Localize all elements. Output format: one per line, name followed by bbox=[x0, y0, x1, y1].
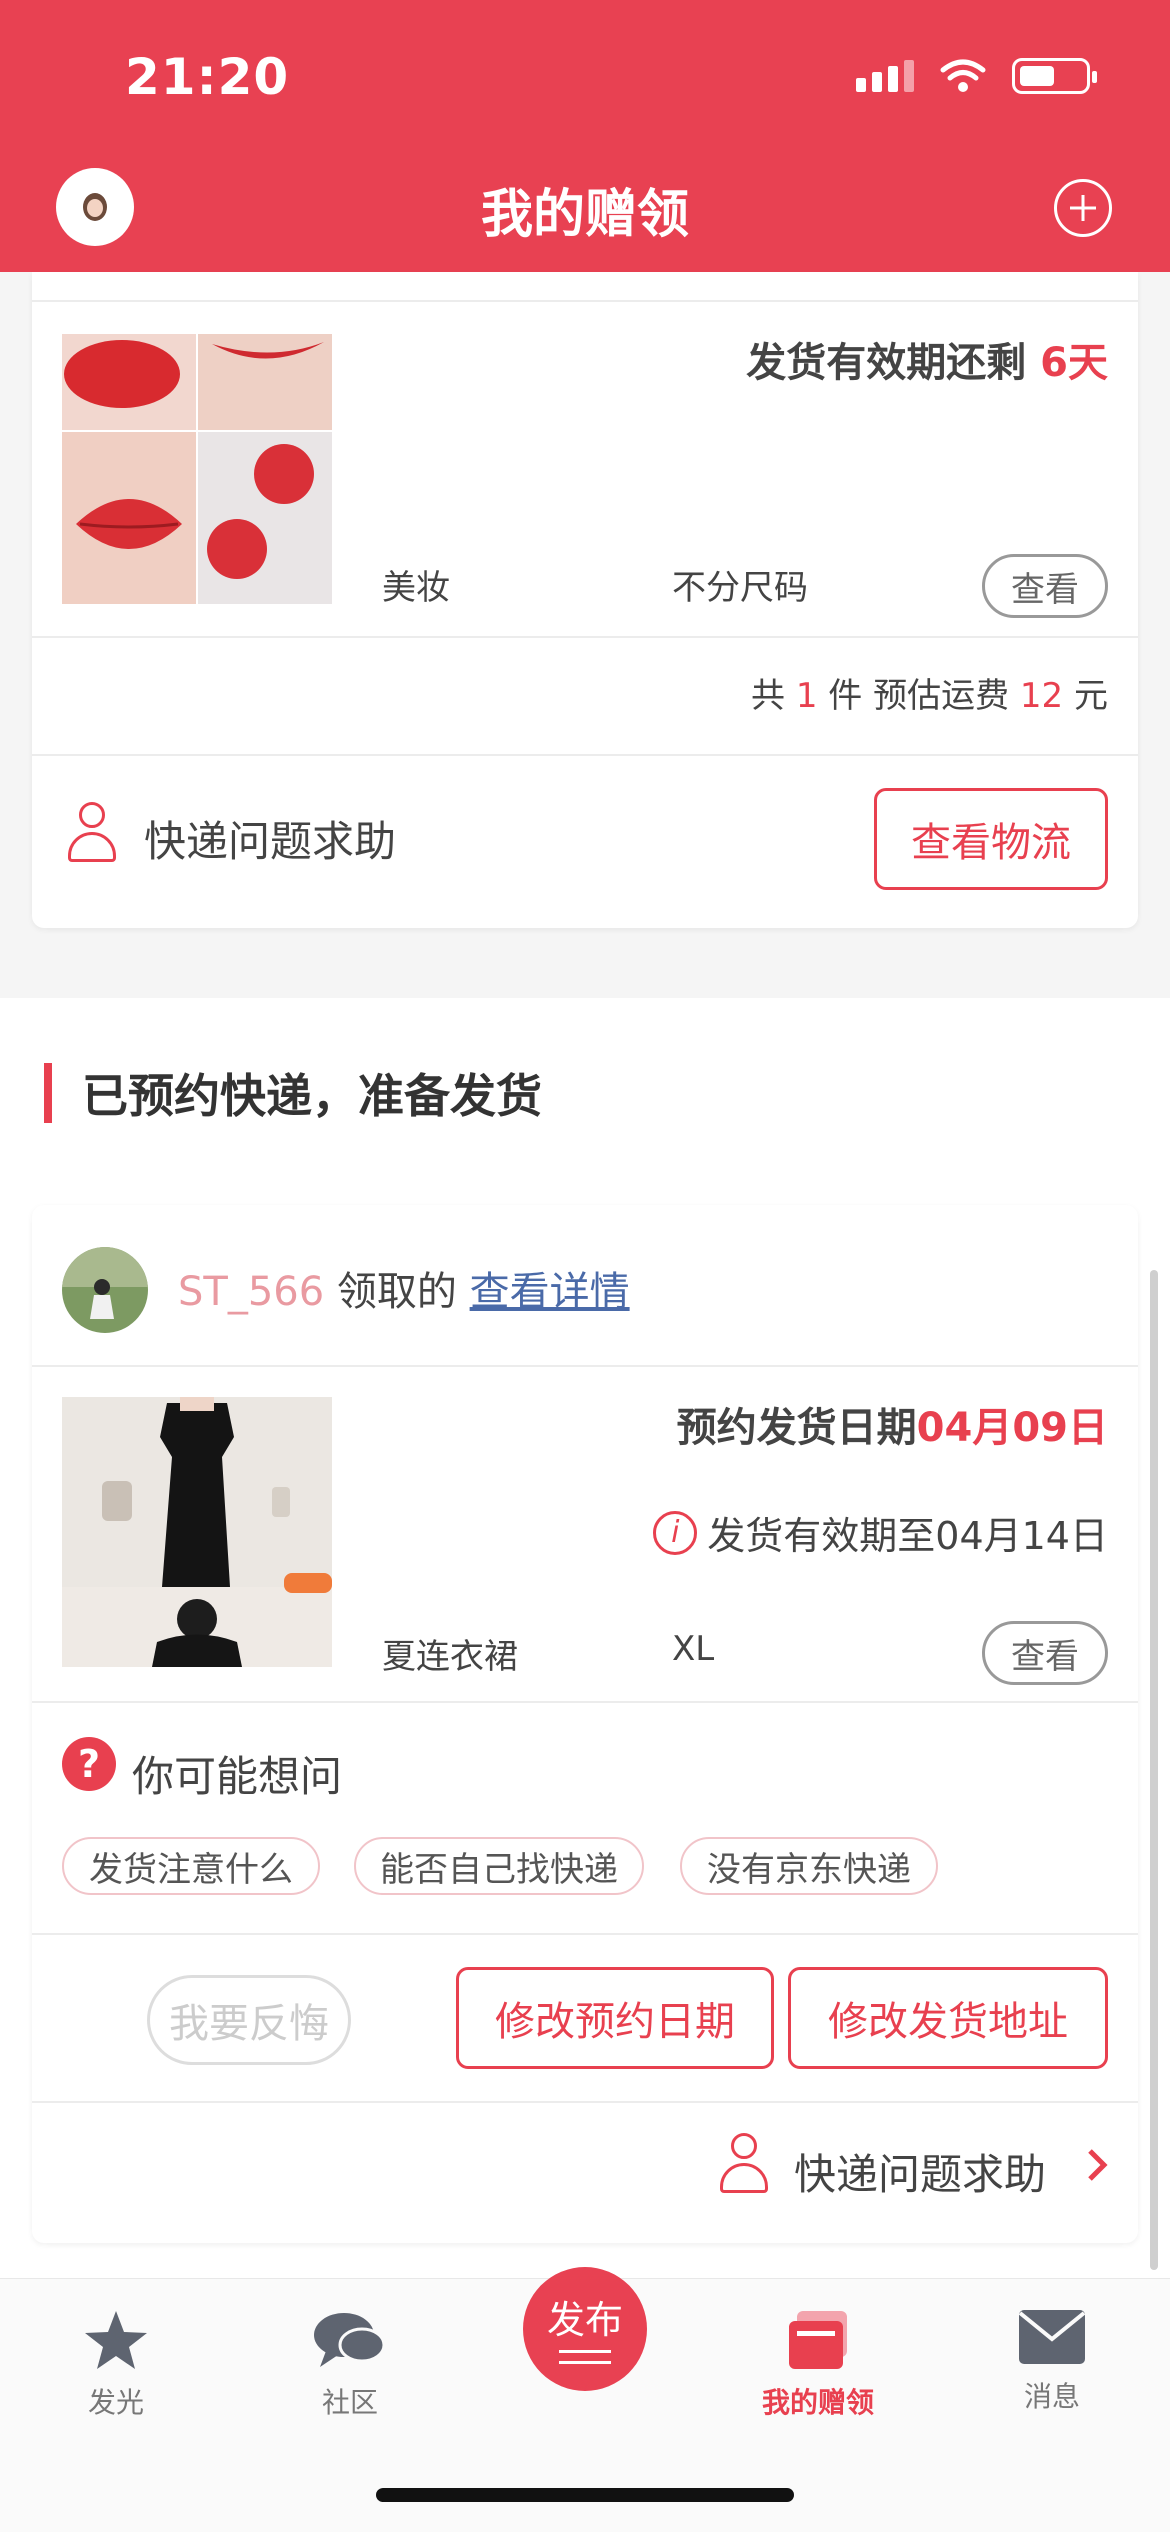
person-icon bbox=[66, 802, 118, 864]
add-button[interactable] bbox=[1054, 179, 1112, 237]
chevron-right-icon bbox=[1088, 2149, 1108, 2181]
product-thumbnail-lipstick[interactable] bbox=[62, 334, 332, 604]
chat-bubble-icon bbox=[314, 2313, 386, 2367]
info-icon[interactable]: i bbox=[653, 1510, 698, 1555]
scrollbar[interactable] bbox=[1150, 1270, 1158, 2270]
faq-tag-own-courier[interactable]: 能否自己找快递 bbox=[354, 1837, 644, 1895]
order-summary: 共 1 件 预估运费 12 元 bbox=[751, 676, 1108, 716]
courier-help-link[interactable]: 快递问题求助 bbox=[718, 2133, 1108, 2199]
section-title: 已预约快递，准备发货 bbox=[82, 1069, 542, 1123]
publish-button[interactable]: 发布 bbox=[523, 2267, 647, 2391]
validity-info: i 发货有效期至04月14日 bbox=[653, 1505, 1108, 1560]
courier-help-label: 快递问题求助 bbox=[144, 817, 397, 866]
page-title: 我的赠领 bbox=[480, 185, 689, 245]
gift-cards-icon bbox=[789, 2311, 847, 2369]
home-indicator[interactable] bbox=[376, 2488, 794, 2502]
product-category: 夏连衣裙 bbox=[382, 1637, 518, 1677]
app-header: 21:20 我的赠领 bbox=[0, 0, 1170, 272]
question-icon: ? bbox=[62, 1737, 116, 1791]
wifi-icon bbox=[940, 59, 986, 92]
courier-help-link[interactable]: 快递问题求助 bbox=[66, 802, 396, 866]
courier-help-label: 快递问题求助 bbox=[794, 2150, 1047, 2199]
claimer-username[interactable]: ST_566 bbox=[178, 1269, 324, 1315]
shipping-validity: 发货有效期还剩 6天 bbox=[746, 340, 1108, 386]
tab-community[interactable]: 社区 bbox=[270, 2309, 430, 2421]
product-thumbnail-dress[interactable] bbox=[62, 1397, 332, 1667]
order-card-shipping: 发货有效期还剩 6天 美妆 不分尺码 查看 共 1 件 预估运费 12 元 快递… bbox=[32, 272, 1138, 928]
status-icons bbox=[856, 58, 1097, 94]
product-size: 不分尺码 bbox=[672, 568, 808, 608]
claimed-text: 领取的 bbox=[336, 1269, 457, 1315]
envelope-icon bbox=[1018, 2310, 1086, 2364]
reserved-date: 预约发货日期04月09日 bbox=[676, 1405, 1108, 1451]
view-product-button[interactable]: 查看 bbox=[982, 1621, 1108, 1685]
view-logistics-button[interactable]: 查看物流 bbox=[874, 788, 1108, 890]
validity-text: 发货有效期至04月14日 bbox=[707, 1514, 1108, 1558]
tab-shine[interactable]: 发光 bbox=[36, 2309, 196, 2421]
change-date-button[interactable]: 修改预约日期 bbox=[456, 1967, 774, 2069]
view-details-link[interactable]: 查看详情 bbox=[470, 1269, 630, 1315]
faq-tag-no-jd-express[interactable]: 没有京东快递 bbox=[680, 1837, 938, 1895]
section-heading: 已预约快递，准备发货 bbox=[44, 1060, 542, 1126]
product-size: XL bbox=[672, 1629, 715, 1669]
battery-icon bbox=[1012, 58, 1097, 94]
change-address-button[interactable]: 修改发货地址 bbox=[788, 1967, 1108, 2069]
product-category: 美妆 bbox=[382, 568, 450, 608]
publish-label: 发布 bbox=[546, 2298, 623, 2342]
section-accent-bar bbox=[44, 1063, 52, 1123]
star-icon bbox=[85, 2311, 147, 2369]
section-separator bbox=[0, 968, 1170, 998]
faq-tag-shipping-notes[interactable]: 发货注意什么 bbox=[62, 1837, 320, 1895]
status-time: 21:20 bbox=[125, 48, 290, 106]
faq-title: 你可能想问 bbox=[132, 1752, 343, 1801]
order-card-reserved: ST_566 领取的 查看详情 预约发货日期04月09日 i 发货有效期至04月… bbox=[32, 1205, 1138, 2243]
tab-my-gifts[interactable]: 我的赠领 bbox=[738, 2309, 898, 2421]
claimer-avatar[interactable] bbox=[62, 1247, 148, 1333]
regret-button[interactable]: 我要反悔 bbox=[147, 1975, 351, 2065]
person-icon bbox=[718, 2133, 770, 2195]
view-product-button[interactable]: 查看 bbox=[982, 554, 1108, 618]
tab-messages[interactable]: 消息 bbox=[972, 2309, 1132, 2415]
signal-icon bbox=[856, 60, 914, 92]
publish-icon bbox=[559, 2350, 611, 2364]
claimer-line: ST_566 领取的 查看详情 bbox=[178, 1259, 630, 1317]
plus-circle-icon bbox=[1070, 195, 1096, 221]
